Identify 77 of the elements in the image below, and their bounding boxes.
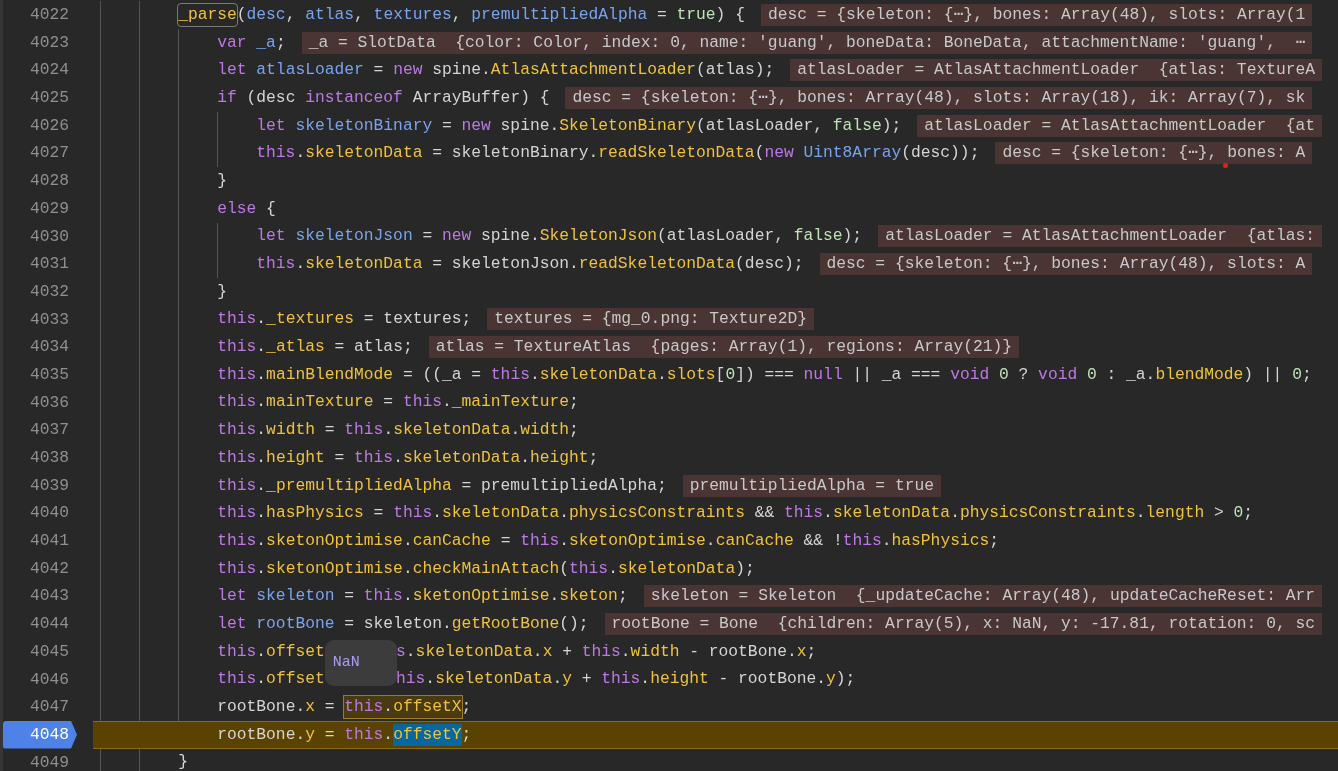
inline-value: rootBone = Bone {children: Array(5), x: NaN, y: -17.81, rotation: 0, sc [604, 612, 1322, 635]
inline-value: premultipliedAlpha = true [682, 474, 941, 497]
line-number: 4031 [28, 253, 70, 276]
line-number: 4030 [28, 225, 70, 248]
line-number: 4042 [28, 557, 70, 580]
code-text: if (desc instanceof ArrayBuffer) { [217, 86, 550, 109]
line-number: 4049 [28, 751, 70, 771]
line-number: 4024 [28, 59, 70, 82]
inline-value: desc = {skeleton: {⋯}, bones: A [995, 142, 1313, 165]
inline-value: atlas = TextureAtlas {pages: Array(1), regions: Array(21)} [428, 336, 1020, 359]
line-number: 4044 [28, 613, 70, 636]
line-number: 4043 [28, 585, 70, 608]
inline-value: skeleton = Skeleton {_updateCache: Array(48), updateCacheReset: Arr [643, 585, 1323, 608]
code-text: ; [461, 696, 472, 719]
line-number: 4022 [28, 4, 70, 26]
line-number: 4038 [28, 447, 70, 469]
selected-text: offsetY [393, 723, 462, 746]
code-text: this.offset [217, 668, 325, 691]
code-text: s.skeletonData.x + this.width - rootBone.x; [396, 640, 817, 663]
code-text: rootBone.y = this. [217, 723, 394, 746]
line-number: 4028 [28, 170, 70, 193]
line-number: 4047 [28, 696, 70, 719]
line-number: 4034 [28, 336, 70, 359]
line-number: 4036 [28, 391, 70, 414]
line-number: 4035 [28, 363, 70, 386]
inline-value: atlasLoader = AtlasAttachmentLoader {at [917, 114, 1323, 137]
code-text: ; [461, 723, 472, 746]
code-text: this.offset [217, 640, 325, 663]
inline-value: atlasLoader = AtlasAttachmentLoader {atlas: TextureA [790, 59, 1323, 82]
inline-value: _a = SlotData {color: Color, index: 0, name: 'guang', boneData: BoneData, attachmentName: 'guang', ⋯ [301, 31, 1313, 54]
code-text: this.sketonOptimise.checkMainAttach(this.skeletonData); [217, 557, 755, 580]
line-number: 4026 [28, 114, 70, 137]
inline-value: desc = {skeleton: {⋯}, bones: Array(48), slots: Array(1 [760, 3, 1313, 26]
code-text: rootBone.x = [217, 696, 336, 719]
inline-value: desc = {skeleton: {⋯}, bones: Array(48), slots: A [819, 253, 1313, 276]
code-text: var _a; [217, 31, 286, 54]
inline-value: textures = {mg_0.png: Texture2D} [487, 308, 814, 331]
code-text: this._atlas = atlas; [217, 336, 413, 359]
code-text: let skeletonJson = new spine.SkeletonJson(atlasLoader, false); [256, 225, 863, 248]
code-text: this._textures = textures; [217, 308, 472, 331]
code-text: this.skeletonData = skeletonBinary.readSkeletonData(new Uint8Array(desc)); [256, 142, 980, 165]
line-number: 4029 [28, 197, 70, 220]
code-text: } [217, 280, 227, 303]
code-text: let skeletonBinary = new spine.SkeletonBinary(atlasLoader, false); [256, 114, 902, 137]
code-text: let skeleton = this.sketonOptimise.sketon; [217, 585, 628, 608]
line-number: 4045 [28, 640, 70, 663]
line-number: 4033 [28, 308, 70, 331]
line-number: 4040 [28, 502, 70, 525]
code-text: this.skeletonData = skeletonJson.readSkeletonData(desc); [256, 253, 804, 276]
line-number: 4025 [28, 87, 70, 110]
line-number: 4032 [28, 280, 70, 303]
line-number: 4023 [28, 31, 70, 54]
code-text: this.width = this.skeletonData.width; [217, 419, 579, 442]
code-text: let rootBone = skeleton.getRootBone(); [217, 612, 589, 635]
code-text: this.hasPhysics = this.skeletonData.physicsConstraints && this.skeletonData.physicsConstraints.length > 0; [217, 502, 1254, 525]
code-text: his.skeletonData.y + this.height - rootBone.y); [396, 668, 856, 691]
code-text: } [217, 169, 227, 192]
matched-token: _parse [178, 3, 237, 26]
hovered-expression: this.offsetX [344, 696, 462, 719]
code-text: this.mainTexture = this._mainTexture; [217, 391, 579, 414]
code-text: else { [217, 197, 276, 220]
line-number: 4041 [28, 530, 70, 553]
line-number: 4046 [28, 668, 70, 691]
code-text: } [178, 751, 188, 771]
code-text: this._premultipliedAlpha = premultipliedAlpha; [217, 474, 667, 497]
code-text: this.mainBlendMode = ((_a = this.skeletonData.slots[0]) === null || _a === void 0 ? void 0 : _a.blendMode) || 0; [217, 363, 1312, 386]
code-text: (desc, atlas, textures, premultipliedAlpha = true) { [236, 3, 745, 26]
line-number: 4039 [28, 474, 70, 497]
code-text: this.sketonOptimise.canCache = this.sketonOptimise.canCache && !this.hasPhysics; [217, 529, 1000, 552]
code-text: this.height = this.skeletonData.height; [217, 446, 599, 469]
code-text: let atlasLoader = new spine.AtlasAttachmentLoader(atlas); [217, 59, 775, 82]
inline-value: desc = {skeleton: {⋯}, bones: Array(48), slots: Array(18), ik: Array(7), sk [565, 86, 1313, 109]
line-number: 4048 [3, 720, 77, 749]
inline-value: atlasLoader = AtlasAttachmentLoader {atlas: [878, 225, 1323, 248]
line-number: 4027 [28, 142, 70, 165]
line-number: 4037 [28, 419, 70, 442]
value-tooltip: NaN [324, 639, 397, 686]
